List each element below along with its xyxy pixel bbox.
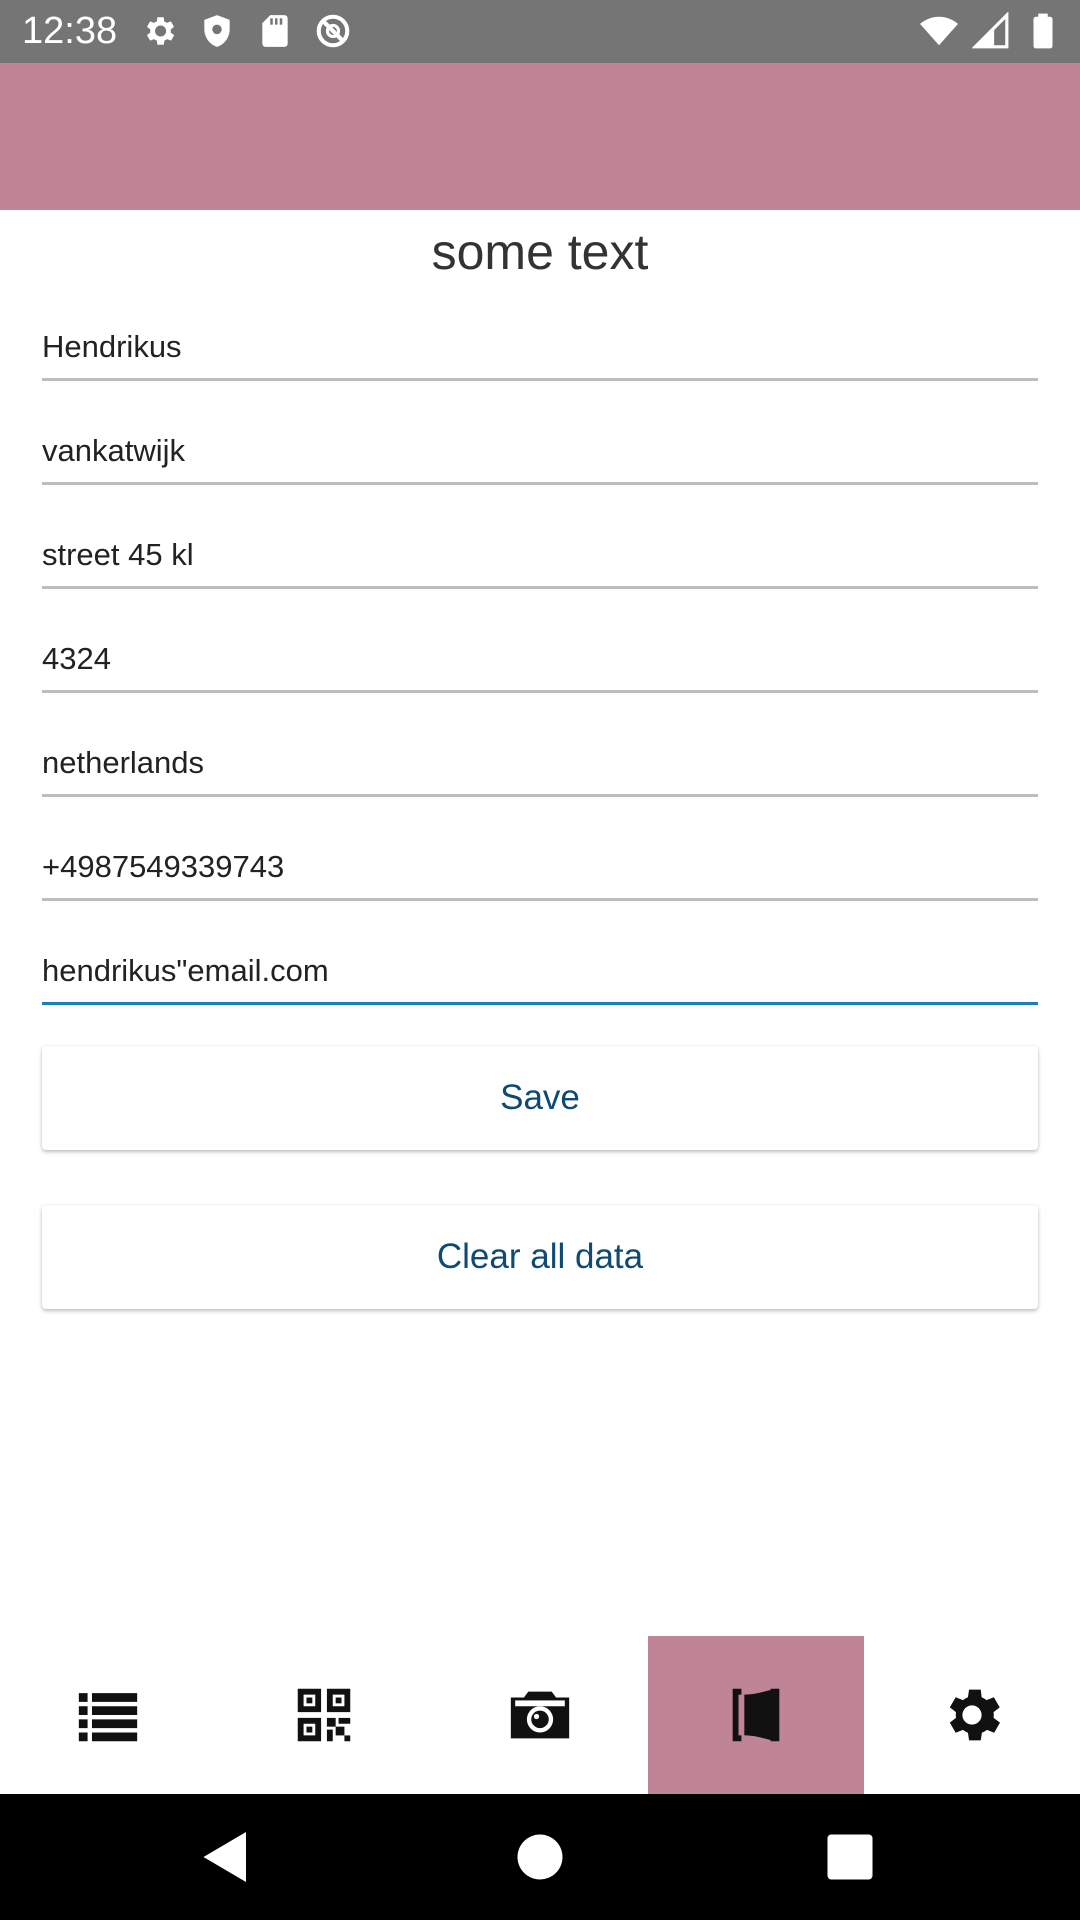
- save-button[interactable]: Save: [42, 1046, 1038, 1150]
- phone-field[interactable]: +4987549339743: [42, 797, 1038, 901]
- bottom-tab-bar: [0, 1636, 1080, 1794]
- gear-icon: [949, 1689, 1000, 1741]
- field-value: vankatwijk: [42, 433, 185, 468]
- signal-icon: [972, 12, 1009, 49]
- field-value: netherlands: [42, 745, 205, 780]
- gear-icon: [146, 17, 175, 45]
- field-value: Hendrikus: [42, 329, 182, 364]
- status-bar: 12:38: [0, 0, 1080, 63]
- email-field[interactable]: hendrikus"email.com: [42, 901, 1038, 1005]
- shield-icon: [204, 15, 230, 47]
- system-nav-bar: [0, 1794, 1080, 1920]
- last-name-field[interactable]: vankatwijk: [42, 381, 1038, 485]
- home-icon[interactable]: [510, 1827, 570, 1887]
- wifi-icon: [920, 16, 958, 46]
- recents-icon[interactable]: [820, 1827, 880, 1887]
- field-value: street 45 kl: [42, 537, 194, 572]
- battery-icon: [1033, 13, 1053, 49]
- camera-icon: [510, 1691, 570, 1739]
- contact-card-icon: [732, 1688, 780, 1742]
- tab-qr-code[interactable]: [216, 1636, 432, 1794]
- tab-list[interactable]: [0, 1636, 216, 1794]
- field-underline: [42, 1002, 1038, 1005]
- tab-camera[interactable]: [432, 1636, 648, 1794]
- country-field[interactable]: netherlands: [42, 693, 1038, 797]
- status-time: 12:38: [22, 10, 118, 52]
- tab-contact[interactable]: [648, 1636, 864, 1794]
- qr-code-icon: [297, 1688, 351, 1742]
- field-value: 4324: [42, 641, 111, 676]
- field-value: +4987549339743: [42, 849, 285, 884]
- street-field[interactable]: street 45 kl: [42, 485, 1038, 589]
- tab-settings[interactable]: [864, 1636, 1080, 1794]
- first-name-field[interactable]: Hendrikus: [42, 277, 1038, 381]
- back-icon[interactable]: [196, 1827, 256, 1887]
- field-value: hendrikus"email.com: [42, 953, 329, 988]
- status-left-icons: [140, 12, 352, 50]
- app-bar: [0, 63, 1080, 210]
- list-icon: [78, 1693, 138, 1742]
- status-right-icons: [920, 12, 1062, 50]
- page-title: some text: [431, 224, 649, 280]
- postal-code-field[interactable]: 4324: [42, 589, 1038, 693]
- sd-card-icon: [262, 15, 288, 47]
- at-sign-icon: [316, 14, 350, 48]
- clear-all-data-button[interactable]: Clear all data: [42, 1205, 1038, 1309]
